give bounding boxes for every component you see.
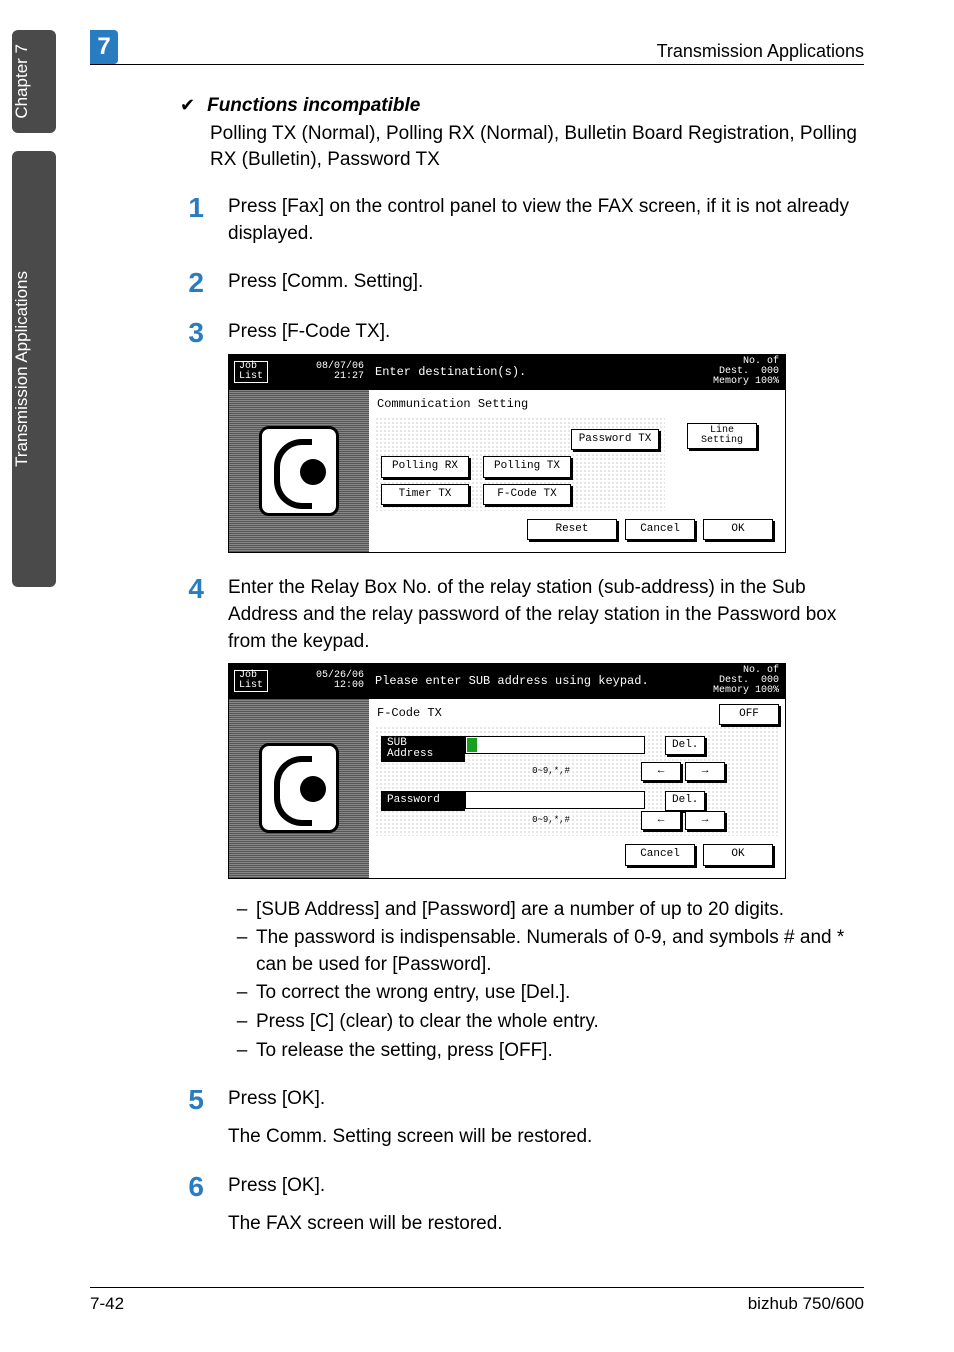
step-number-1: 1 [180, 194, 204, 222]
polling-tx-button[interactable]: Polling TX [483, 456, 571, 477]
side-tab-section: Transmission Applications [12, 151, 56, 587]
step-6-extra: The FAX screen will be restored. [228, 1211, 864, 1238]
step-number-5: 5 [180, 1086, 204, 1114]
pwd-right-arrow-button[interactable]: → [685, 811, 725, 830]
step-4-bullets: –[SUB Address] and [Password] are a numb… [228, 897, 864, 1065]
bullet-1: [SUB Address] and [Password] are a numbe… [256, 897, 864, 924]
off-button[interactable]: OFF [719, 704, 779, 725]
page-header: 7 Transmission Applications [90, 30, 864, 65]
step-1-text: Press [Fax] on the control panel to view… [228, 194, 864, 247]
bullet-4: Press [C] (clear) to clear the whole ent… [256, 1009, 864, 1036]
step-4-text: Enter the Relay Box No. of the relay sta… [228, 575, 864, 655]
bullet-5: To release the setting, press [OFF]. [256, 1038, 864, 1065]
sub-address-field[interactable] [465, 736, 645, 754]
sub-left-arrow-button[interactable]: ← [641, 762, 681, 781]
ok-button2[interactable]: OK [703, 844, 773, 865]
step-number-4: 4 [180, 575, 204, 603]
cursor-icon [467, 738, 477, 752]
chapter-number-badge: 7 [90, 30, 118, 64]
footer-model: bizhub 750/600 [748, 1294, 864, 1314]
del-sub-address-button[interactable]: Del. [665, 736, 705, 755]
sub-address-label: SUB Address [381, 736, 465, 762]
screen1-status: No. of Dest. 000Memory 100% [713, 357, 779, 387]
side-tabs: Chapter 7 Transmission Applications [12, 30, 56, 587]
fcode-tx-panel-title: F-Code TX [375, 703, 444, 726]
timer-tx-button[interactable]: Timer TX [381, 484, 469, 505]
comm-setting-screen: Job List 08/07/06 21:27 Enter destinatio… [228, 354, 786, 553]
fcode-tx-screen: Job List 05/26/06 12:00 Please enter SUB… [228, 663, 786, 878]
job-list-button2[interactable]: Job List [234, 670, 268, 692]
f-code-tx-button[interactable]: F-Code TX [483, 484, 571, 505]
bullet-2: The password is indispensable. Numerals … [256, 925, 864, 978]
sub-right-arrow-button[interactable]: → [685, 762, 725, 781]
ok-button[interactable]: OK [703, 519, 773, 540]
step-5-extra: The Comm. Setting screen will be restore… [228, 1124, 864, 1151]
cancel-button[interactable]: Cancel [625, 519, 695, 540]
footer-page-number: 7-42 [90, 1294, 124, 1314]
check-icon: ✔ [180, 95, 195, 116]
page-title: Transmission Applications [657, 41, 864, 64]
reset-button[interactable]: Reset [527, 519, 617, 540]
step-number-6: 6 [180, 1173, 204, 1201]
page-footer: 7-42 bizhub 750/600 [90, 1287, 864, 1314]
cancel-button2[interactable]: Cancel [625, 844, 695, 865]
bullet-3: To correct the wrong entry, use [Del.]. [256, 980, 864, 1007]
del-password-button[interactable]: Del. [665, 791, 705, 810]
pwd-left-arrow-button[interactable]: ← [641, 811, 681, 830]
step-3-text: Press [F-Code TX]. [228, 319, 864, 346]
mode-glyph-icon [259, 426, 339, 516]
screen2-datetime: 05/26/06 12:00 [316, 671, 364, 691]
functions-incompatible-heading: Functions incompatible [207, 95, 420, 117]
step-5-text: Press [OK]. [228, 1086, 864, 1113]
line-setting-button[interactable]: Line Setting [687, 423, 757, 449]
password-field[interactable] [465, 791, 645, 809]
mode-glyph-icon2 [259, 743, 339, 833]
password-label: Password [381, 791, 465, 810]
screen1-datetime: 08/07/06 21:27 [316, 362, 364, 382]
screen2-prompt: Please enter SUB address using keypad. [375, 673, 649, 690]
step-number-2: 2 [180, 269, 204, 297]
job-list-button[interactable]: Job List [234, 361, 268, 383]
step-2-text: Press [Comm. Setting]. [228, 269, 864, 296]
side-tab-chapter: Chapter 7 [12, 30, 56, 133]
password-tx-button[interactable]: Password TX [571, 429, 659, 450]
step-number-3: 3 [180, 319, 204, 347]
password-hint: 0~9,*,# [461, 814, 641, 827]
comm-setting-panel-title: Communication Setting [375, 394, 779, 417]
functions-incompatible-body: Polling TX (Normal), Polling RX (Normal)… [210, 121, 864, 172]
sub-address-hint: 0~9,*,# [461, 765, 641, 778]
polling-rx-button[interactable]: Polling RX [381, 456, 469, 477]
screen1-prompt: Enter destination(s). [375, 364, 526, 381]
step-6-text: Press [OK]. [228, 1173, 864, 1200]
screen2-status: No. of Dest. 000Memory 100% [713, 666, 779, 696]
